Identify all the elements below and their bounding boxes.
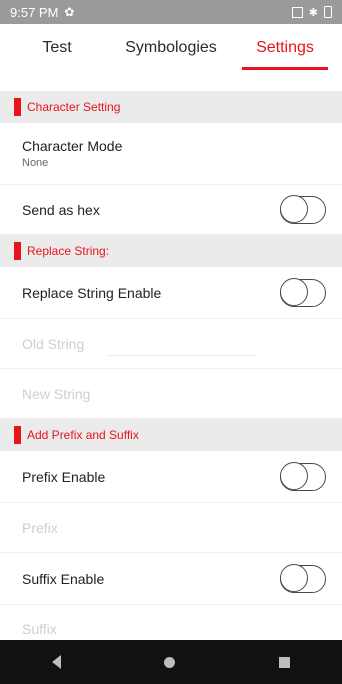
- prefix-enable-toggle[interactable]: [279, 462, 326, 491]
- prefix-field[interactable]: Prefix: [0, 503, 342, 553]
- new-string-field[interactable]: New String: [0, 369, 342, 419]
- replace-string-enable-toggle[interactable]: [279, 278, 326, 307]
- prefix-placeholder: Prefix: [22, 519, 58, 536]
- field-underline: [108, 355, 256, 356]
- character-mode-label: Character Mode: [22, 138, 123, 154]
- section-title: Add Prefix and Suffix: [27, 428, 139, 442]
- battery-icon: [324, 6, 332, 18]
- status-bar: 9:57 PM ✿ ✱: [0, 0, 342, 24]
- tab-bar: Test Symbologies Settings: [0, 24, 342, 76]
- suffix-field[interactable]: Suffix: [0, 605, 342, 640]
- section-title: Replace String:: [27, 244, 110, 258]
- send-as-hex-label: Send as hex: [22, 201, 100, 218]
- replace-string-enable-label: Replace String Enable: [22, 284, 162, 301]
- tab-symbologies[interactable]: Symbologies: [114, 24, 228, 76]
- section-title: Character Setting: [27, 100, 121, 114]
- suffix-enable-label: Suffix Enable: [22, 570, 105, 587]
- back-icon[interactable]: [51, 655, 61, 669]
- screenshot-icon: [291, 6, 303, 18]
- system-nav-bar: [0, 640, 342, 684]
- old-string-field[interactable]: Old String: [0, 319, 342, 369]
- gear-icon: ✿: [64, 5, 75, 19]
- status-time: 9:57 PM: [10, 4, 59, 20]
- toggle-knob: [279, 278, 308, 306]
- toggle-knob: [279, 564, 308, 592]
- bluetooth-icon: ✱: [308, 6, 318, 19]
- replace-string-enable-row: Replace String Enable: [0, 267, 342, 319]
- suffix-enable-toggle[interactable]: [279, 564, 326, 593]
- tab-test[interactable]: Test: [0, 24, 114, 76]
- home-icon[interactable]: [164, 656, 176, 668]
- send-as-hex-row: Send as hex: [0, 185, 342, 235]
- recent-apps-icon[interactable]: [279, 656, 291, 668]
- old-string-placeholder: Old String: [22, 335, 85, 352]
- prefix-enable-row: Prefix Enable: [0, 451, 342, 503]
- suffix-placeholder: Suffix: [22, 620, 57, 637]
- settings-content: Character Setting Character Mode None Se…: [0, 76, 342, 640]
- status-icons: ✱: [291, 6, 332, 19]
- section-marker: [14, 98, 21, 116]
- character-mode-value: None: [22, 157, 49, 169]
- section-replace-string: Replace String:: [0, 235, 342, 267]
- section-marker: [14, 426, 21, 444]
- toggle-knob: [279, 195, 308, 223]
- toggle-knob: [279, 462, 308, 490]
- section-character-setting: Character Setting: [0, 91, 342, 123]
- send-as-hex-toggle[interactable]: [279, 195, 326, 224]
- suffix-enable-row: Suffix Enable: [0, 553, 342, 605]
- section-prefix-suffix: Add Prefix and Suffix: [0, 419, 342, 451]
- tab-settings[interactable]: Settings: [228, 24, 342, 76]
- section-marker: [14, 242, 21, 260]
- prefix-enable-label: Prefix Enable: [22, 468, 106, 485]
- character-mode-row[interactable]: Character Mode None: [0, 123, 342, 185]
- new-string-placeholder: New String: [22, 385, 91, 402]
